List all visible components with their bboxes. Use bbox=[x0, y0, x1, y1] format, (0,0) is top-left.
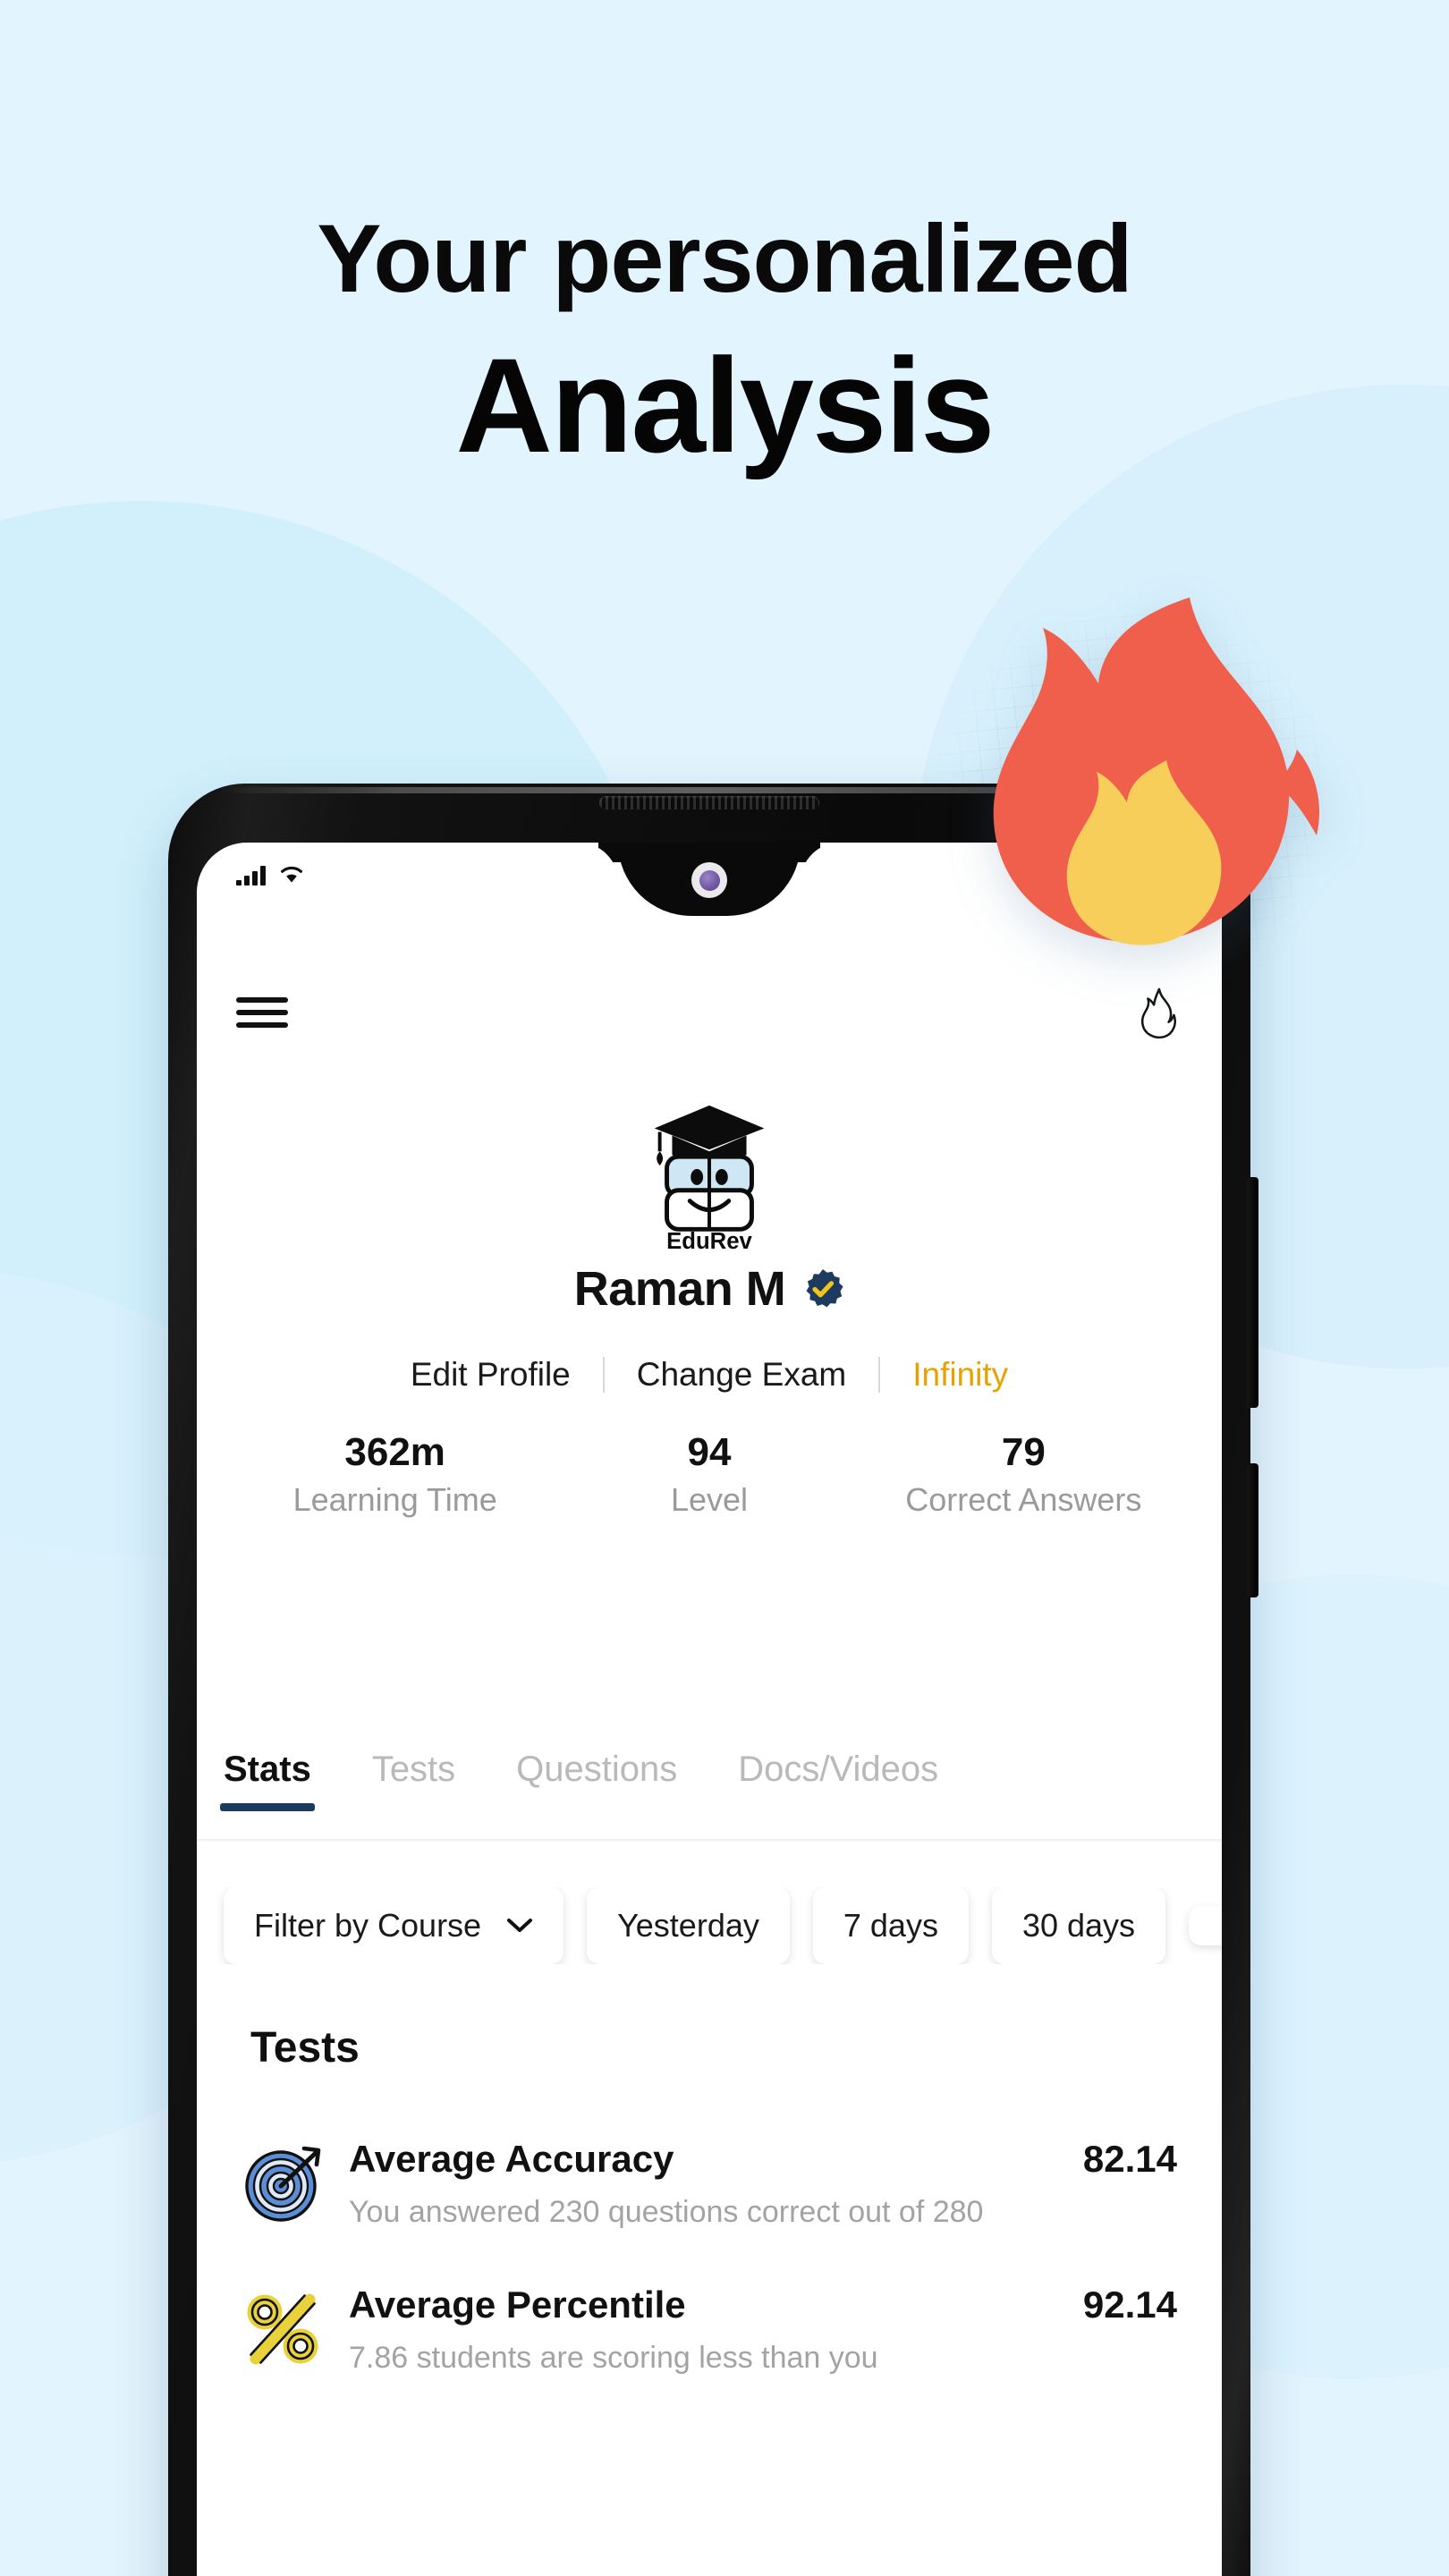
tab-tests[interactable]: Tests bbox=[372, 1737, 455, 1811]
volume-button[interactable] bbox=[1247, 1177, 1258, 1408]
profile-stats: 362m Learning Time 94 Level 79 Correct A… bbox=[197, 1430, 1222, 1519]
headline-line-2: Analysis bbox=[455, 330, 996, 481]
signal-bars-icon bbox=[236, 864, 266, 886]
list-item-average-accuracy[interactable]: Average Accuracy 82.14 You answered 230 … bbox=[242, 2114, 1177, 2260]
app-header bbox=[197, 986, 1222, 1039]
stat-label: Correct Answers bbox=[905, 1481, 1142, 1519]
chip-label: Yesterday bbox=[617, 1907, 759, 1944]
tab-questions[interactable]: Questions bbox=[516, 1737, 677, 1811]
metric-subtitle: 7.86 students are scoring less than you bbox=[349, 2341, 878, 2375]
metric-name: Average Percentile bbox=[349, 2284, 686, 2326]
target-dartboard-icon bbox=[245, 2146, 321, 2222]
chip-label: 30 days bbox=[1021, 1907, 1136, 1944]
stat-learning-time: 362m Learning Time bbox=[238, 1430, 552, 1519]
list-item-head: Average Accuracy 82.14 bbox=[349, 2138, 1177, 2181]
percent-icon bbox=[247, 2293, 318, 2365]
chip-label: 7 days bbox=[843, 1907, 938, 1944]
filter-chip-row: Filter by Course Yesterday 7 days 30 day… bbox=[197, 1887, 1222, 1964]
profile-section: EduRev Raman M Edit Profile Change Exam … bbox=[197, 1093, 1222, 1519]
verified-check-icon bbox=[806, 1269, 843, 1308]
chip-overflow-partial[interactable] bbox=[1189, 1906, 1222, 1945]
edurev-logo: EduRev bbox=[654, 1105, 765, 1252]
link-edit-profile[interactable]: Edit Profile bbox=[378, 1356, 603, 1394]
phone-screen: EduRev Raman M Edit Profile Change Exam … bbox=[197, 843, 1222, 2576]
metric-value: 92.14 bbox=[1082, 2284, 1177, 2326]
phone-mockup: EduRev Raman M Edit Profile Change Exam … bbox=[168, 784, 1258, 2576]
list-item-body: Average Percentile 92.14 7.86 students a… bbox=[349, 2284, 1177, 2376]
list-item-average-percentile[interactable]: Average Percentile 92.14 7.86 students a… bbox=[242, 2260, 1177, 2406]
chip-30-days[interactable]: 30 days bbox=[991, 1887, 1166, 1964]
stat-value: 79 bbox=[1001, 1430, 1046, 1474]
chip-label: Filter by Course bbox=[254, 1907, 482, 1944]
section-title-tests: Tests bbox=[250, 2024, 360, 2072]
user-name: Raman M bbox=[573, 1262, 786, 1316]
stat-value: 362m bbox=[344, 1430, 445, 1474]
list-item-body: Average Accuracy 82.14 You answered 230 … bbox=[349, 2138, 1177, 2230]
list-item-head: Average Percentile 92.14 bbox=[349, 2284, 1177, 2326]
stat-correct-answers: 79 Correct Answers bbox=[867, 1430, 1181, 1519]
tab-stats[interactable]: Stats bbox=[220, 1737, 315, 1811]
flame-streak-icon[interactable] bbox=[1132, 986, 1182, 1039]
hamburger-menu-icon[interactable] bbox=[236, 994, 288, 1031]
tab-docs-videos[interactable]: Docs/Videos bbox=[738, 1737, 938, 1811]
stat-label: Level bbox=[670, 1481, 749, 1519]
stat-label: Learning Time bbox=[292, 1481, 497, 1519]
chevron-down-icon bbox=[507, 1919, 533, 1932]
user-identity: Raman M bbox=[197, 1261, 1222, 1317]
metric-name: Average Accuracy bbox=[349, 2138, 674, 2180]
metric-subtitle: You answered 230 questions correct out o… bbox=[349, 2195, 984, 2229]
chip-7-days[interactable]: 7 days bbox=[812, 1887, 969, 1964]
fire-emoji-graphic bbox=[993, 597, 1320, 945]
svg-text:EduRev: EduRev bbox=[666, 1229, 752, 1252]
headline-line-1: Your personalized bbox=[317, 204, 1132, 312]
earpiece-speaker bbox=[599, 796, 819, 809]
tab-bar-divider bbox=[197, 1839, 1222, 1843]
link-infinity[interactable]: Infinity bbox=[880, 1356, 1040, 1394]
link-change-exam[interactable]: Change Exam bbox=[605, 1356, 878, 1394]
stat-value: 94 bbox=[687, 1430, 732, 1474]
stat-level: 94 Level bbox=[552, 1430, 866, 1519]
stats-list: Average Accuracy 82.14 You answered 230 … bbox=[197, 2114, 1222, 2406]
metric-value: 82.14 bbox=[1082, 2138, 1177, 2180]
promo-headline: Your personalized Analysis bbox=[0, 204, 1449, 481]
wifi-icon bbox=[281, 866, 302, 883]
chip-filter-by-course[interactable]: Filter by Course bbox=[224, 1887, 564, 1964]
chip-yesterday[interactable]: Yesterday bbox=[587, 1887, 790, 1964]
profile-links: Edit Profile Change Exam Infinity bbox=[197, 1356, 1222, 1394]
power-button[interactable] bbox=[1247, 1463, 1258, 1597]
tab-bar: Stats Tests Questions Docs/Videos bbox=[197, 1737, 1222, 1811]
